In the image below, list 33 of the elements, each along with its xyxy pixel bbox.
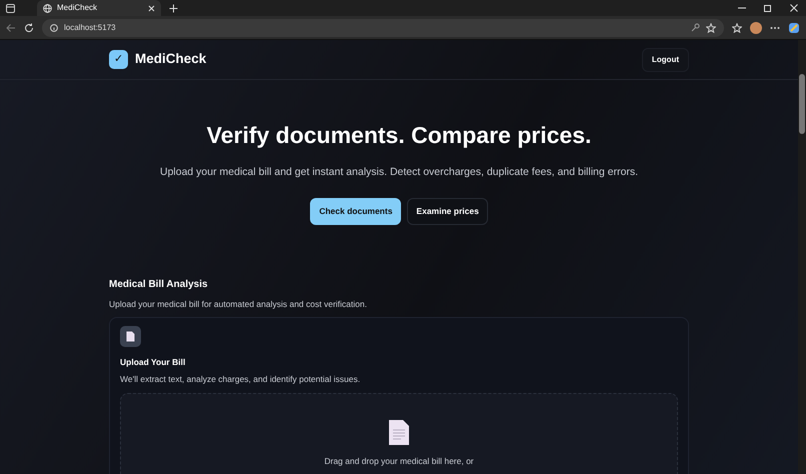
hero-title: Verify documents. Compare prices. xyxy=(206,121,592,150)
logout-button[interactable]: Logout xyxy=(642,48,689,72)
tab-actions-icon[interactable] xyxy=(6,4,15,12)
globe-icon xyxy=(43,4,52,12)
browser-tab[interactable]: MediCheck xyxy=(37,0,161,16)
drop-zone[interactable]: Drag and drop your medical bill here, or xyxy=(120,393,678,474)
document-icon xyxy=(120,326,141,347)
scrollbar-thumb[interactable] xyxy=(799,74,805,134)
back-icon[interactable] xyxy=(6,22,16,32)
section-description: Upload your medical bill for automated analysis and cost verification. xyxy=(109,298,368,311)
section-title: Medical Bill Analysis xyxy=(109,278,209,292)
brand-name: MediCheck xyxy=(135,50,206,68)
logo-mark: ✓ xyxy=(109,50,128,69)
tab-title: MediCheck xyxy=(57,2,98,14)
document-icon xyxy=(389,420,409,446)
info-icon xyxy=(50,24,58,32)
hero-subtitle: Upload your medical bill and get instant analysis. Detect overcharges, duplicate fees, and billing errors. xyxy=(158,164,639,180)
close-icon[interactable] xyxy=(148,4,155,12)
drop-zone-text: Drag and drop your medical bill here, or xyxy=(324,455,474,468)
more-icon[interactable] xyxy=(770,26,780,30)
key-icon[interactable] xyxy=(691,23,700,32)
profile-avatar-icon[interactable] xyxy=(750,22,762,34)
close-icon[interactable] xyxy=(790,4,798,12)
card-title: Upload Your Bill xyxy=(120,356,186,368)
favorites-icon[interactable] xyxy=(732,22,742,32)
examine-prices-button[interactable]: Examine prices xyxy=(407,198,488,225)
new-tab-icon[interactable] xyxy=(169,4,178,12)
address-bar[interactable]: localhost:5173 xyxy=(42,18,724,36)
card-description: We'll extract text, analyze charges, and identify potential issues. xyxy=(120,372,362,386)
refresh-icon[interactable] xyxy=(24,22,34,32)
star-icon[interactable] xyxy=(706,22,716,32)
check-documents-button[interactable]: Check documents xyxy=(310,198,402,225)
restore-icon[interactable] xyxy=(764,4,772,12)
